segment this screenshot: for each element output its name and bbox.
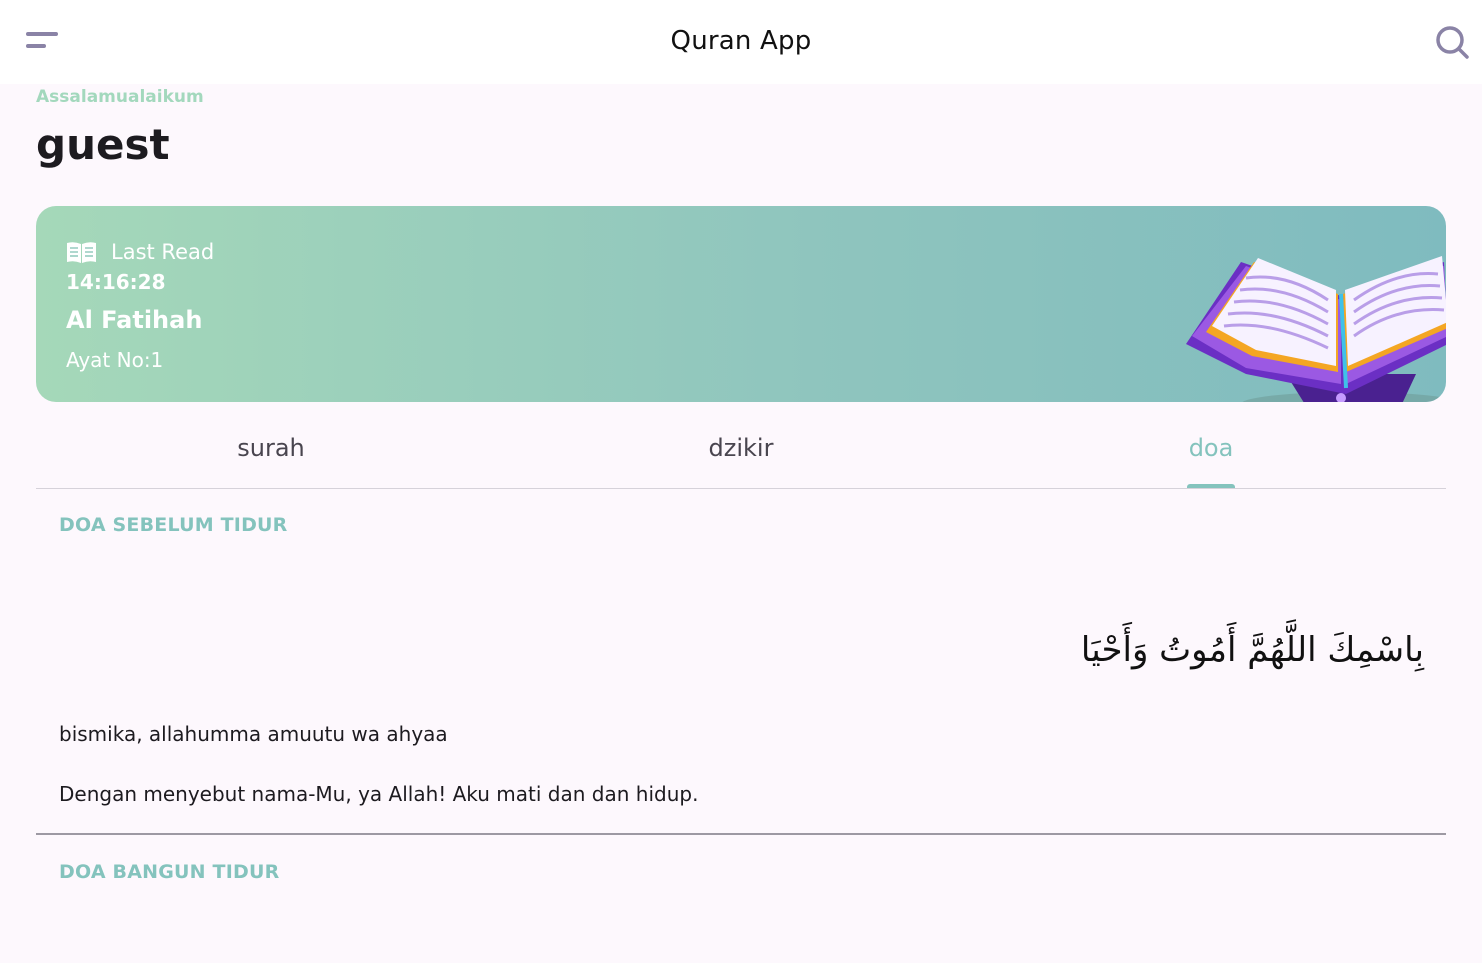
tab-doa[interactable]: doa <box>1189 434 1234 462</box>
doa-translation-text: Dengan menyebut nama-Mu, ya Allah! Aku m… <box>59 782 699 806</box>
app-bar: Quran App <box>0 0 1482 84</box>
last-read-card[interactable]: Last Read 14:16:28 Al Fatihah Ayat No:1 <box>36 206 1446 402</box>
open-book-icon <box>67 241 96 263</box>
app-title: Quran App <box>670 26 812 56</box>
list-divider <box>36 833 1446 835</box>
last-read-ayat: Ayat No:1 <box>66 348 164 372</box>
search-icon[interactable] <box>1434 24 1470 60</box>
last-read-time: 14:16:28 <box>66 270 166 294</box>
doa-item-title[interactable]: DOA BANGUN TIDUR <box>59 861 279 883</box>
doa-item-title[interactable]: DOA SEBELUM TIDUR <box>59 514 288 536</box>
last-read-surah: Al Fatihah <box>66 306 203 334</box>
quran-book-illustration <box>1186 256 1446 402</box>
doa-latin-text: bismika, allahumma amuutu wa ahyaa <box>59 722 448 746</box>
username: guest <box>36 120 170 169</box>
doa-arabic-text: بِاسْمِكَ اللَّهُمَّ أَمُوتُ وَأَحْيَا <box>1080 630 1424 670</box>
active-tab-indicator <box>1187 484 1235 488</box>
last-read-header: Last Read <box>66 240 214 264</box>
last-read-label: Last Read <box>111 240 215 264</box>
greeting-text: Assalamualaikum <box>36 87 204 107</box>
tab-surah[interactable]: surah <box>237 434 305 462</box>
tab-bar: surah dzikir doa <box>36 420 1446 489</box>
tab-dzikir[interactable]: dzikir <box>709 434 774 462</box>
